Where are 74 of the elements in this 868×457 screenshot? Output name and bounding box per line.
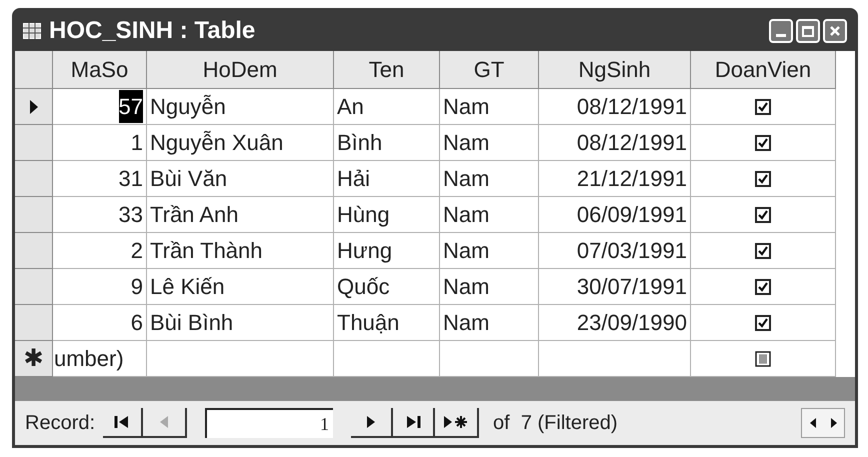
null-checkbox-icon — [755, 350, 771, 366]
record-selector[interactable] — [15, 89, 53, 125]
checkbox[interactable] — [755, 170, 771, 186]
table-cell-text: umber) — [54, 345, 124, 373]
table-cell-text: 9 — [130, 273, 143, 301]
table-cell-text: Nam — [443, 93, 490, 121]
horizontal-scrollbar[interactable] — [801, 408, 845, 438]
table-cell-text: Quốc — [337, 273, 390, 301]
table-cell-text: 31 — [118, 165, 143, 193]
table-cell-text: Bình — [337, 129, 382, 157]
table-cell-text: 06/09/1991 — [576, 201, 687, 229]
table-cell-text: Trần Thành — [150, 237, 263, 265]
table-cell-text: Nguyễn Xuân — [150, 129, 284, 157]
previous-record-icon — [159, 415, 170, 429]
table-cell-text: 33 — [118, 201, 143, 229]
table-cell-text: Nam — [443, 129, 490, 157]
record-number-field[interactable]: 1 — [205, 408, 334, 438]
checkbox[interactable] — [755, 98, 771, 114]
column-header[interactable]: MaSo — [53, 51, 147, 89]
window-title: HOC_SINH : Table — [49, 16, 256, 46]
selected-cell-text: 57 — [118, 90, 143, 123]
table-cell-text: 08/12/1991 — [576, 129, 687, 157]
record-count: of 7 (Filtered) — [493, 411, 618, 436]
column-header[interactable]: GT — [440, 51, 539, 89]
close-button[interactable] — [823, 19, 847, 43]
table-icon — [23, 23, 41, 39]
record-label: Record: — [25, 411, 96, 436]
next-record-button[interactable] — [351, 408, 394, 438]
table-cell-text: 21/12/1991 — [576, 165, 687, 193]
table-cell-text: 08/12/1991 — [576, 93, 687, 121]
table-cell-text: Nam — [443, 237, 490, 265]
table-cell-text: 6 — [130, 309, 143, 337]
table-cell-text: Nam — [443, 273, 490, 301]
last-record-button[interactable] — [393, 408, 436, 438]
table-cell-text: Bùi Bình — [150, 309, 234, 337]
checkbox[interactable] — [755, 278, 771, 294]
column-header[interactable]: DoanVien — [691, 51, 836, 89]
column-header[interactable]: Ten — [334, 51, 440, 89]
new-record-button[interactable] — [435, 408, 480, 438]
new-record-marker[interactable]: ✱ — [15, 341, 53, 377]
table-cell-text: Hải — [337, 165, 370, 193]
first-record-icon — [114, 415, 130, 429]
minimize-button[interactable] — [769, 19, 793, 43]
table-cell-text: 2 — [130, 237, 143, 265]
table-cell-text: 23/09/1990 — [576, 309, 687, 337]
scroll-left-icon — [810, 418, 816, 428]
column-header[interactable]: HoDem — [147, 51, 334, 89]
checkbox[interactable] — [755, 134, 771, 150]
table-cell-text: Thuận — [337, 309, 400, 337]
table-cell-text: 07/03/1991 — [576, 237, 687, 265]
column-header[interactable]: NgSinh — [539, 51, 691, 89]
new-record-icon — [443, 414, 470, 430]
table-cell-text: Nam — [443, 165, 490, 193]
scroll-right-icon — [830, 418, 836, 428]
table-cell-text: 30/07/1991 — [576, 273, 687, 301]
table-cell-text: Trần Anh — [150, 201, 238, 229]
maximize-button[interactable] — [796, 19, 820, 43]
close-icon — [829, 25, 841, 37]
table-cell-text: An — [337, 93, 364, 121]
first-record-button[interactable] — [103, 408, 144, 438]
table-cell-text: Bùi Văn — [150, 165, 228, 193]
table-cell-text: Hưng — [337, 237, 392, 265]
table-cell-text: Nam — [443, 201, 490, 229]
checkbox[interactable] — [755, 206, 771, 222]
checkbox[interactable] — [755, 242, 771, 258]
table-cell-text: Lê Kiến — [150, 273, 225, 301]
table-cell-text: Nam — [443, 309, 490, 337]
current-record-icon — [28, 98, 38, 114]
table-cell-text: Nguyễn — [150, 93, 226, 121]
table-cell-text: Hùng — [337, 201, 390, 229]
checkbox[interactable] — [755, 314, 771, 330]
table-cell-text: 1 — [130, 129, 143, 157]
last-record-icon — [405, 415, 422, 429]
next-record-icon — [366, 415, 376, 429]
